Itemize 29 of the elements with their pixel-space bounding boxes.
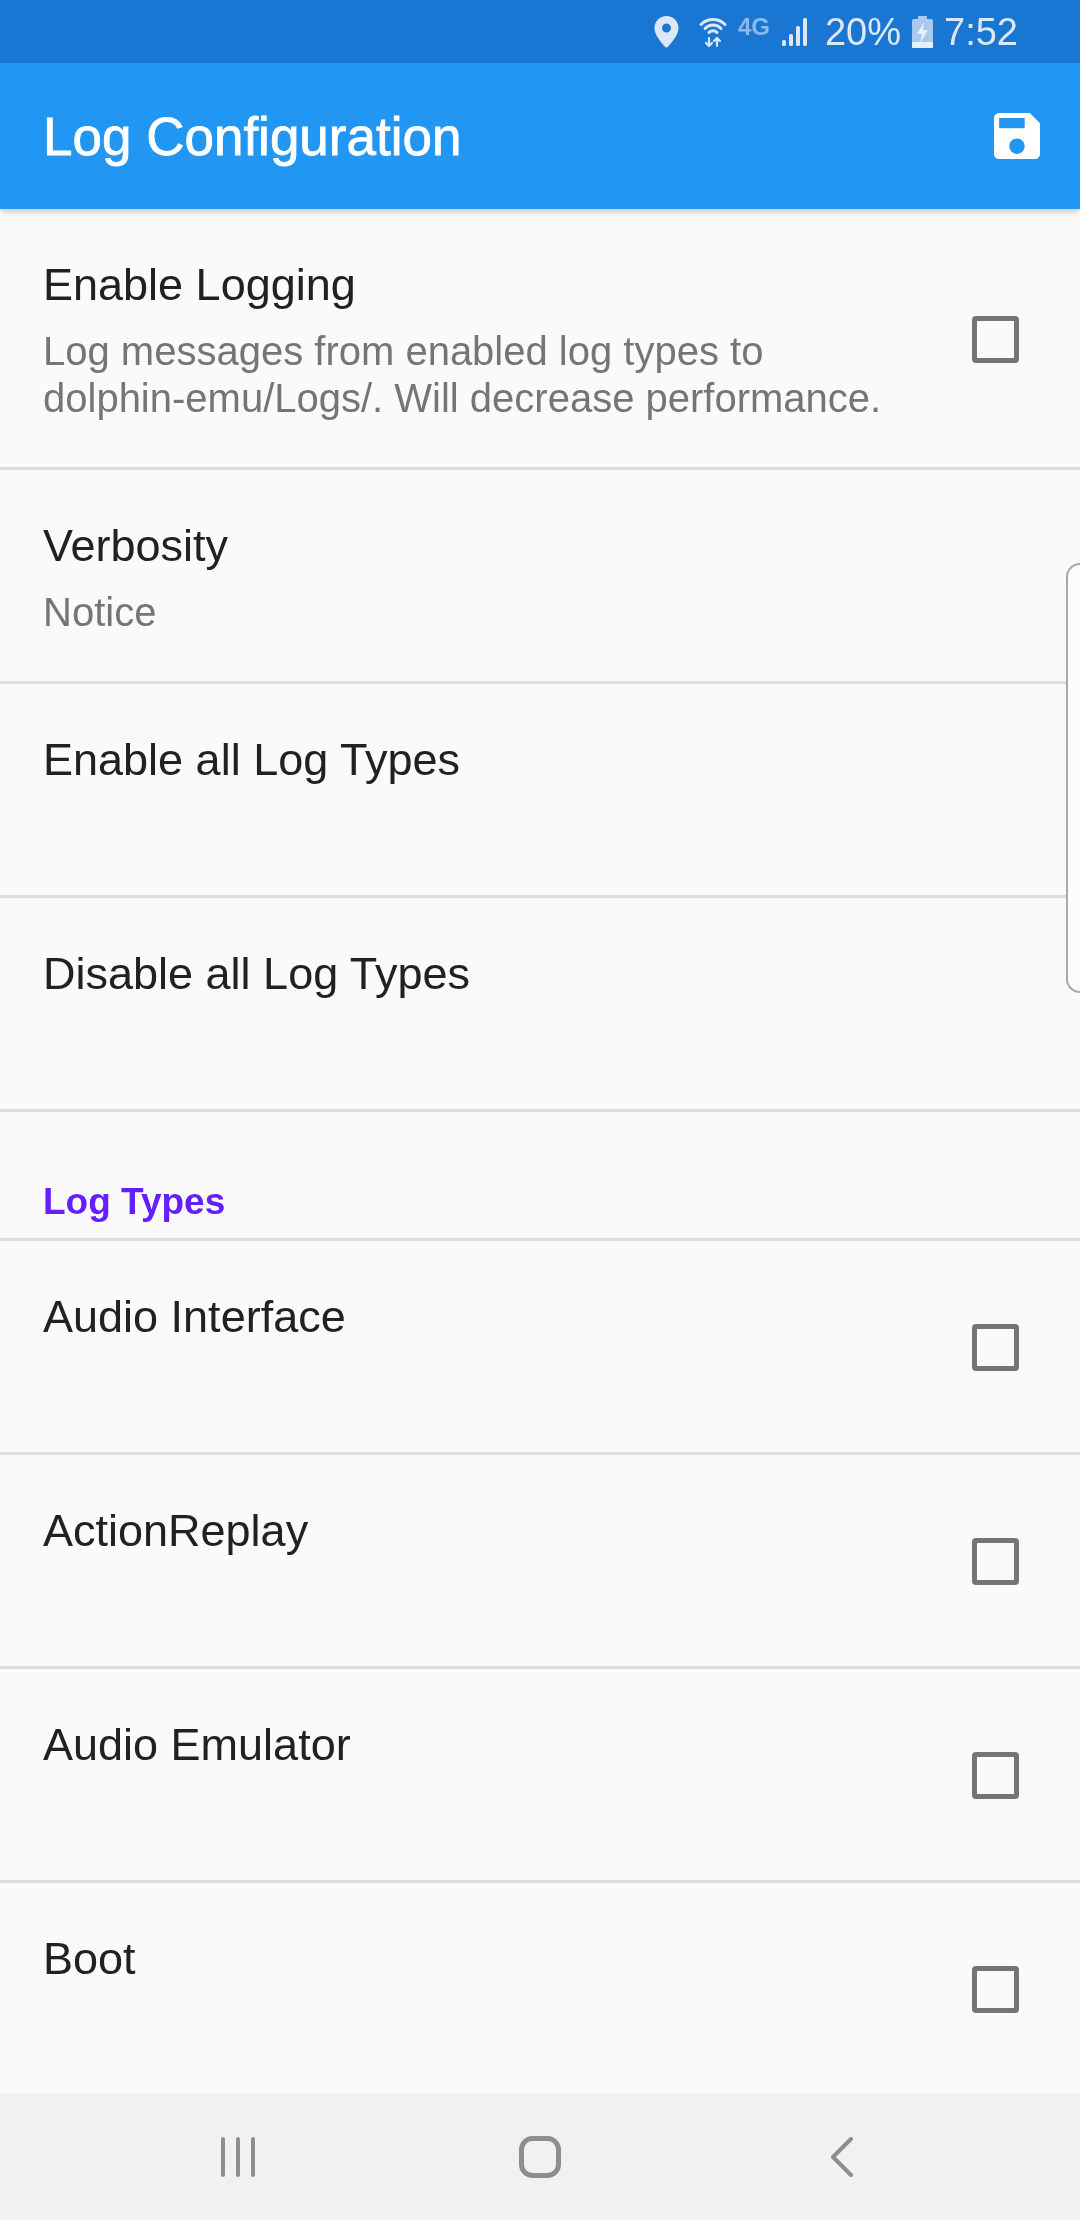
setting-title: Enable Logging [43, 258, 357, 312]
checkbox[interactable] [972, 1538, 1019, 1585]
setting-title[interactable]: Verbosity [43, 517, 1019, 575]
setting-title: Boot [43, 1932, 137, 1986]
setting-title: ActionReplay [43, 1504, 310, 1558]
network-type: 4G [737, 12, 770, 41]
edge-panel-handle[interactable] [1066, 563, 1080, 993]
setting-title[interactable]: Disable all Log Types [43, 945, 1019, 1003]
category-header: Log Types [43, 1180, 227, 1224]
home-icon [519, 2135, 561, 2178]
checkbox[interactable] [972, 1966, 1019, 2013]
checkbox[interactable] [972, 315, 1019, 363]
setting-summary: Log messages from enabled log types to dolphin-emu/Logs/. Will decrease performance. [43, 328, 883, 422]
setting-value: Notice [43, 589, 158, 636]
battery-percent: 20% [824, 9, 902, 54]
clock: 7:52 [944, 9, 1018, 54]
checkbox[interactable] [972, 1324, 1019, 1371]
back-icon [830, 2136, 854, 2177]
setting-title: Audio Interface [43, 1290, 347, 1344]
wifi-icon [698, 15, 727, 48]
battery-charging-icon [912, 15, 934, 48]
checkbox[interactable] [972, 1752, 1019, 1799]
setting-title: Audio Emulator [43, 1718, 352, 1772]
save-icon [994, 113, 1040, 159]
setting-title[interactable]: Enable all Log Types [43, 731, 1019, 789]
recents-icon [220, 2136, 256, 2177]
location-icon [653, 15, 679, 48]
app-bar-title: Log Configuration [43, 105, 462, 167]
signal-icon [780, 17, 809, 46]
